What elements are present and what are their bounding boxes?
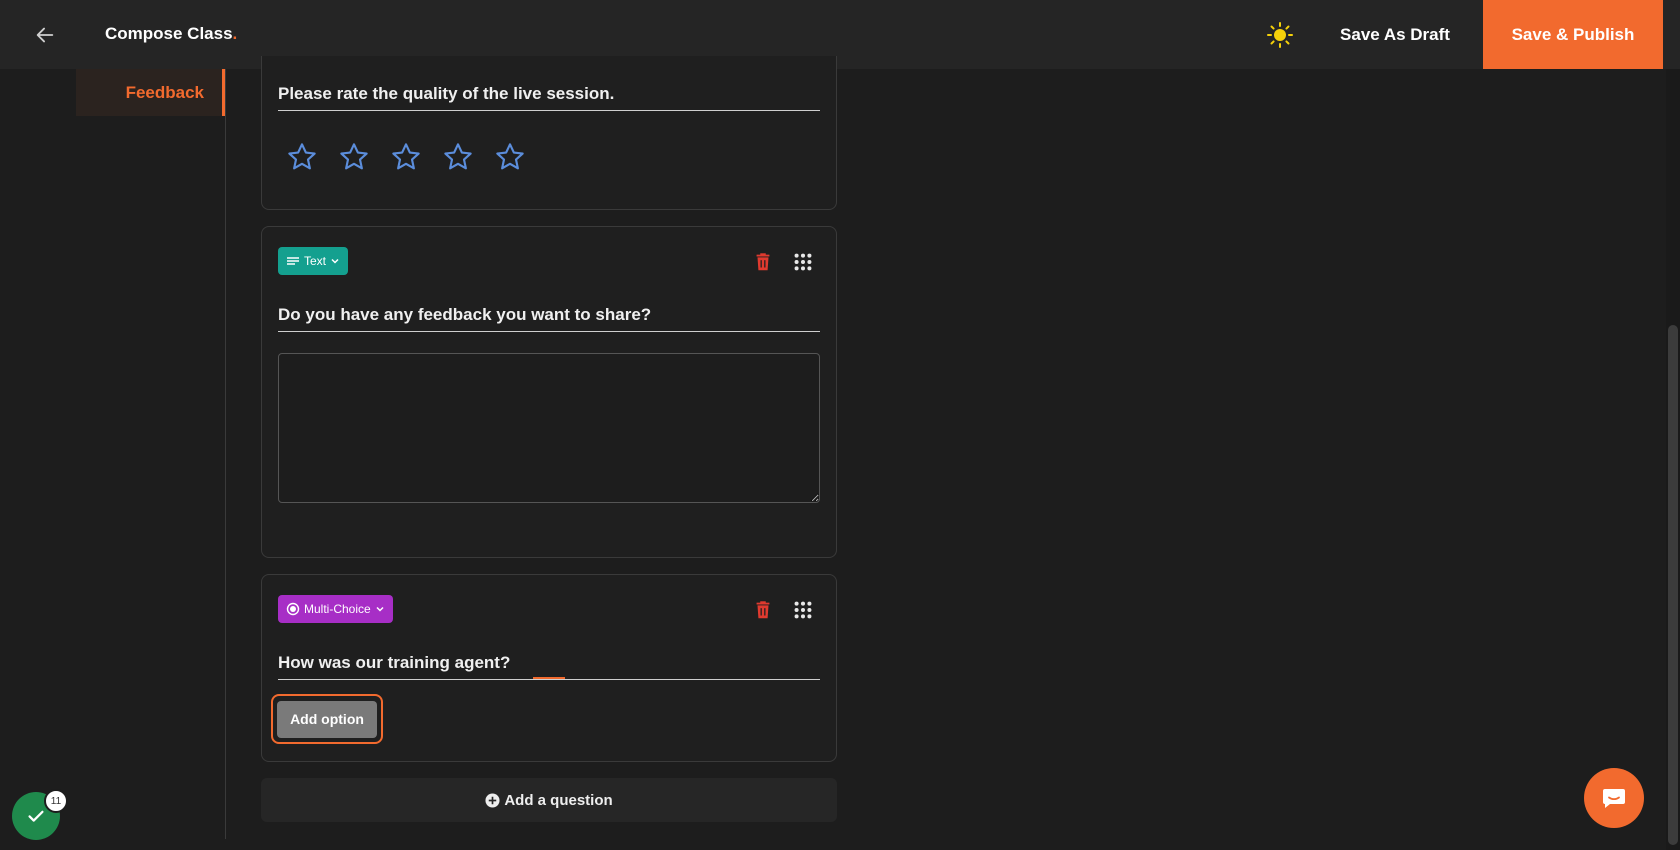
save-draft-button[interactable]: Save As Draft xyxy=(1330,0,1460,69)
question-type-dropdown[interactable]: Text xyxy=(278,247,349,275)
grip-icon[interactable] xyxy=(792,599,814,621)
star-rating xyxy=(286,141,526,173)
plus-circle-icon xyxy=(485,792,500,808)
grip-icon[interactable] xyxy=(792,251,814,273)
add-question-label: Add a question xyxy=(504,791,613,809)
chat-button[interactable] xyxy=(1584,768,1644,828)
page-title-dot: . xyxy=(232,24,238,43)
add-option-focus-ring: Add option xyxy=(271,694,383,744)
question-title[interactable]: How was our training agent? xyxy=(278,653,820,680)
answer-textarea[interactable] xyxy=(278,353,820,503)
chat-icon xyxy=(1603,789,1625,808)
title-focus-indicator xyxy=(533,677,565,679)
theme-toggle[interactable] xyxy=(1266,21,1294,49)
star-icon[interactable] xyxy=(286,141,318,173)
chevron-down-icon xyxy=(331,258,339,264)
question-type-label: Multi-Choice xyxy=(304,602,371,616)
scrollbar-thumb[interactable] xyxy=(1668,325,1678,845)
star-icon[interactable] xyxy=(442,141,474,173)
add-option-button[interactable]: Add option xyxy=(277,700,377,738)
trash-icon[interactable] xyxy=(752,251,774,273)
back-button[interactable] xyxy=(30,20,60,50)
radio-icon xyxy=(286,602,300,616)
text-lines-icon xyxy=(287,257,299,265)
trash-icon[interactable] xyxy=(752,599,774,621)
page-title: Compose Class. xyxy=(105,24,237,44)
star-icon[interactable] xyxy=(390,141,422,173)
sidebar-divider xyxy=(225,69,226,839)
question-type-dropdown[interactable]: Multi-Choice xyxy=(278,595,393,623)
star-icon[interactable] xyxy=(494,141,526,173)
sun-icon xyxy=(1267,22,1293,48)
page-title-text: Compose Class xyxy=(105,24,233,43)
chevron-down-icon xyxy=(376,606,384,612)
save-publish-button[interactable]: Save & Publish xyxy=(1483,0,1663,69)
question-card-rating: Please rate the quality of the live sess… xyxy=(261,56,837,210)
check-icon xyxy=(28,810,44,822)
question-type-label: Text xyxy=(304,254,327,268)
back-arrow-icon xyxy=(36,27,54,43)
sidebar-item-feedback[interactable]: Feedback xyxy=(76,69,226,116)
checklist-count-badge: 11 xyxy=(44,789,68,813)
question-card-text: Text Do you have any feedback you want t… xyxy=(261,226,837,558)
question-title[interactable]: Please rate the quality of the live sess… xyxy=(278,84,820,111)
top-bar: Compose Class. Save As Draft Save & Publ… xyxy=(0,0,1680,69)
add-question-button[interactable]: Add a question xyxy=(261,778,837,822)
question-title[interactable]: Do you have any feedback you want to sha… xyxy=(278,305,820,332)
question-card-multichoice: Multi-Choice How was our training agent?… xyxy=(261,574,837,762)
star-icon[interactable] xyxy=(338,141,370,173)
